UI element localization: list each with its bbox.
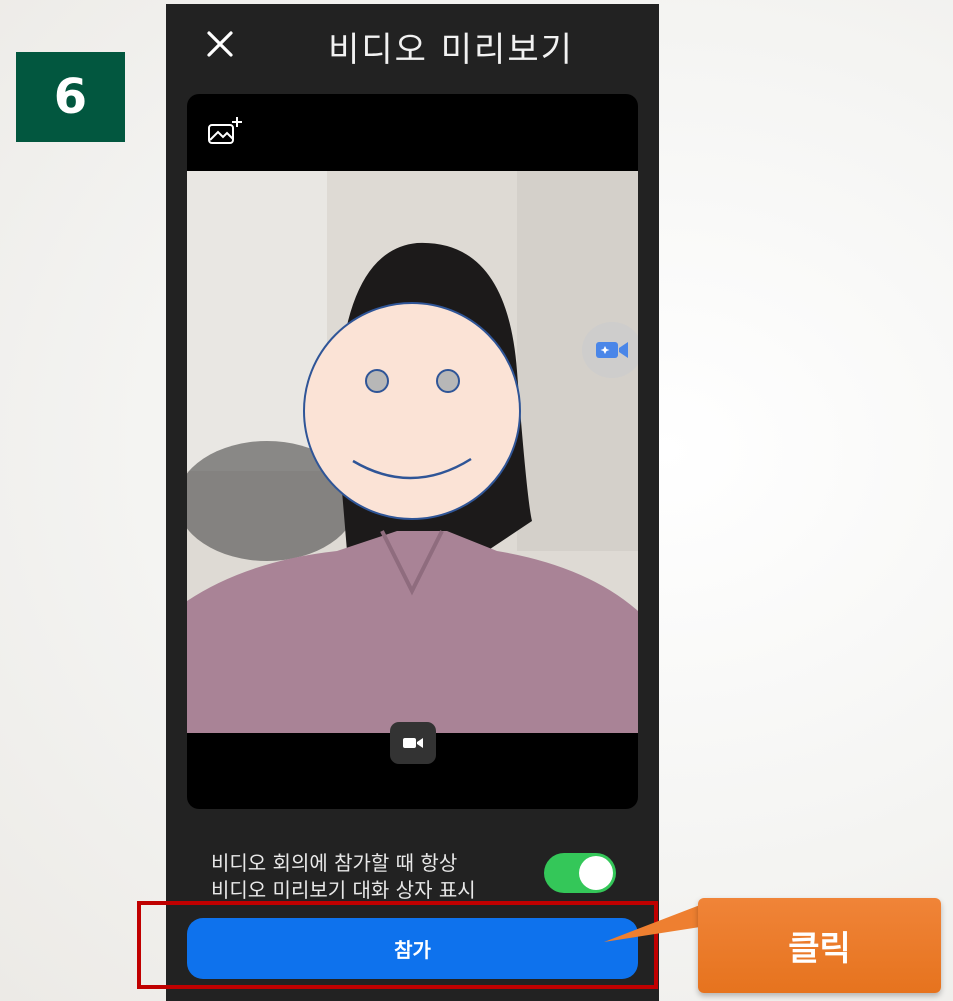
camera-toggle-button[interactable]	[390, 722, 436, 764]
video-camera-icon	[403, 738, 423, 748]
option-label-line1: 비디오 회의에 참가할 때 항상	[211, 851, 458, 875]
callout-pointer	[604, 905, 700, 942]
close-button[interactable]	[202, 26, 238, 62]
page-title: 비디오 미리보기	[328, 30, 574, 70]
camera-preview	[187, 171, 638, 733]
toggle-knob	[579, 856, 613, 890]
camera-preview-image	[187, 171, 638, 733]
always-show-preview-toggle[interactable]	[544, 853, 616, 893]
add-image-icon	[208, 117, 242, 144]
video-preview-panel	[187, 94, 638, 809]
video-effects-button[interactable]	[582, 322, 638, 378]
step-number-badge: 6	[16, 52, 125, 142]
virtual-background-button[interactable]	[205, 114, 245, 148]
video-effects-icon	[596, 342, 628, 358]
option-label-line2: 비디오 미리보기 대화 상자 표시	[211, 878, 476, 902]
click-callout: 클릭	[698, 898, 941, 993]
highlight-box	[137, 901, 658, 989]
video-preview-screen: 비디오 미리보기 비디오 회의에 참가할 때 항상 비디오 미리보기 대화 상자…	[166, 4, 659, 1001]
always-show-preview-label: 비디오 회의에 참가할 때 항상 비디오 미리보기 대화 상자 표시	[211, 850, 541, 904]
close-icon	[207, 31, 233, 57]
